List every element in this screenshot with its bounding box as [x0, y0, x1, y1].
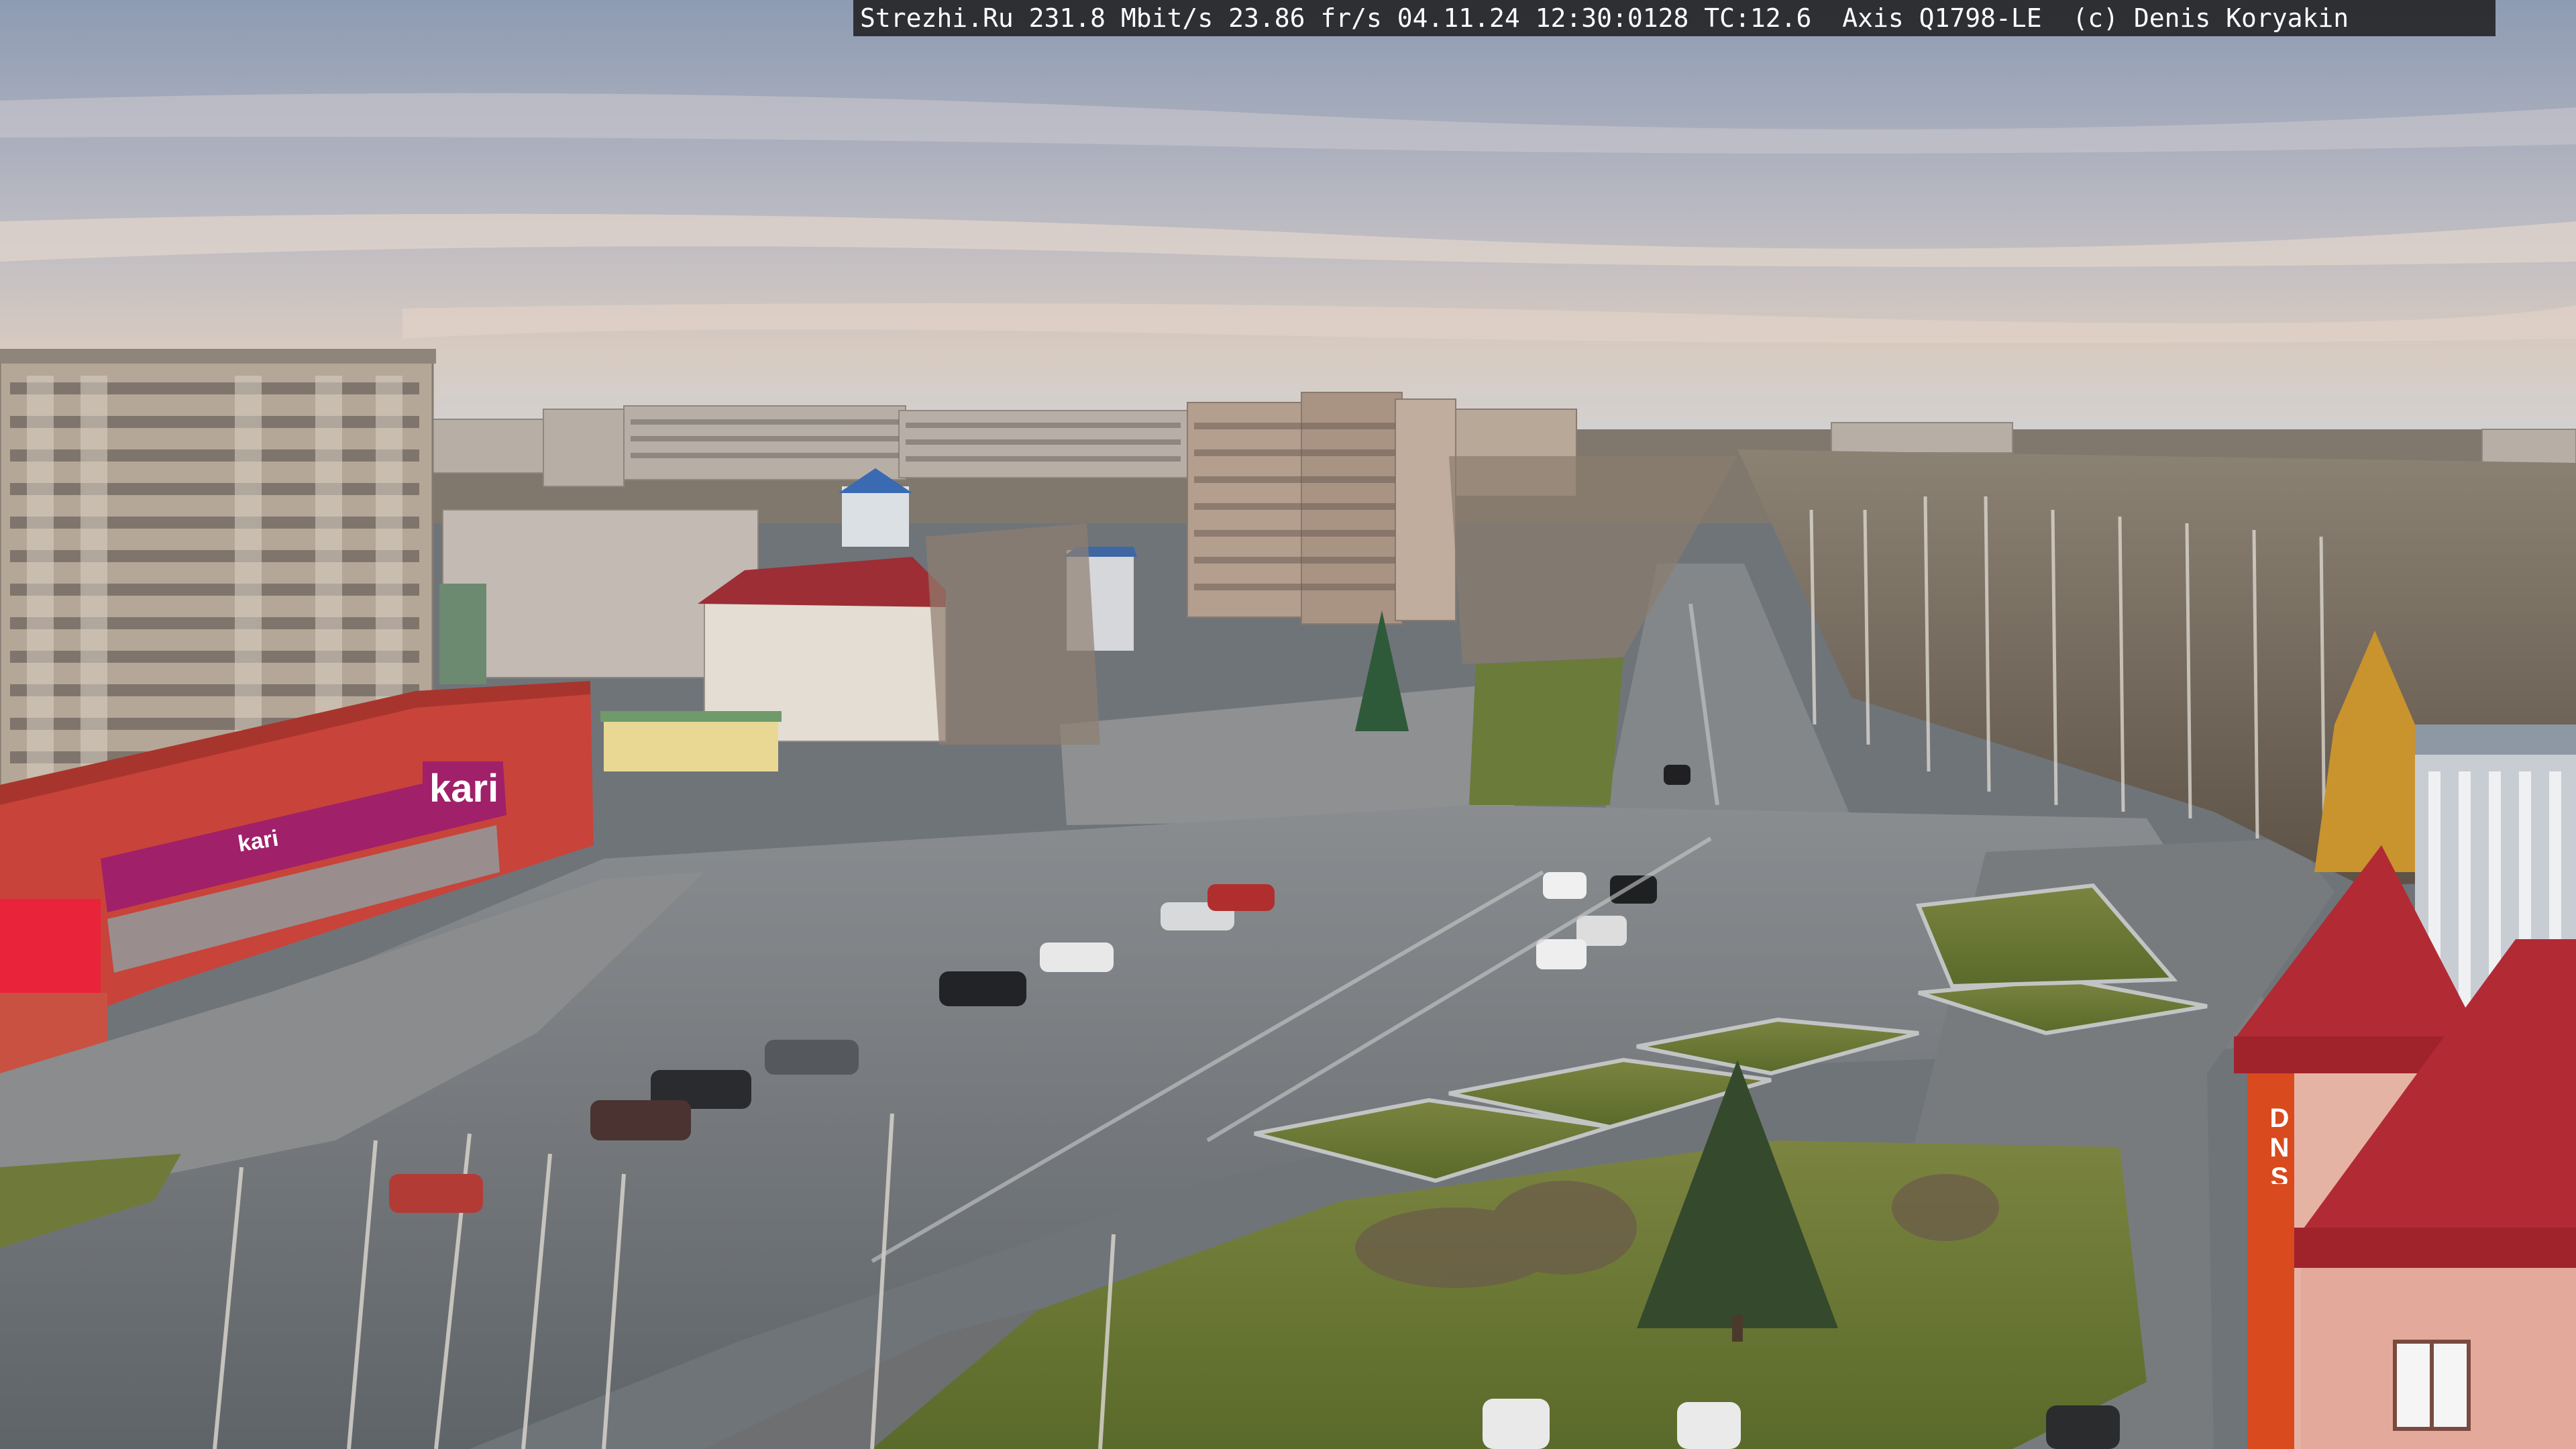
yellow-kiosk-roof — [600, 711, 782, 722]
left-apartment-roof — [0, 349, 436, 364]
car — [1677, 1402, 1741, 1449]
dns-store-sign: DNS — [2265, 1104, 2293, 1184]
kari-store-logo: kari — [429, 767, 499, 810]
pine-trunk — [1732, 1315, 1743, 1342]
car — [1610, 875, 1657, 904]
car — [765, 1040, 859, 1075]
white-columned-building-roof — [2415, 724, 2576, 755]
yellow-kiosk — [604, 718, 778, 771]
blue-roof-tower — [842, 486, 909, 547]
car — [1208, 884, 1275, 911]
car — [2046, 1405, 2120, 1449]
town-square-pavement — [1060, 684, 1516, 825]
central-apartment-tower — [1395, 398, 1456, 621]
car — [1040, 943, 1114, 972]
car — [590, 1100, 691, 1140]
red-tower-eave — [2294, 1228, 2576, 1268]
car — [939, 971, 1026, 1006]
webcam-scene: kari kari DNS Strezhi.Ru 231.8 Mbit/s 23… — [0, 0, 2576, 1449]
christmas-tree — [1355, 610, 1409, 731]
square-lawn — [1469, 657, 1623, 805]
car — [389, 1174, 483, 1213]
car — [1483, 1399, 1550, 1449]
city-street-photo — [0, 0, 2576, 1449]
car — [1536, 939, 1587, 969]
car — [1664, 765, 1690, 785]
green-roof-building — [439, 584, 486, 684]
bare-tree-cluster — [926, 523, 1100, 745]
camera-osd-caption: Strezhi.Ru 231.8 Mbit/s 23.86 fr/s 04.11… — [853, 0, 2496, 36]
car — [1543, 872, 1587, 899]
red-corner-panel — [0, 899, 101, 1000]
